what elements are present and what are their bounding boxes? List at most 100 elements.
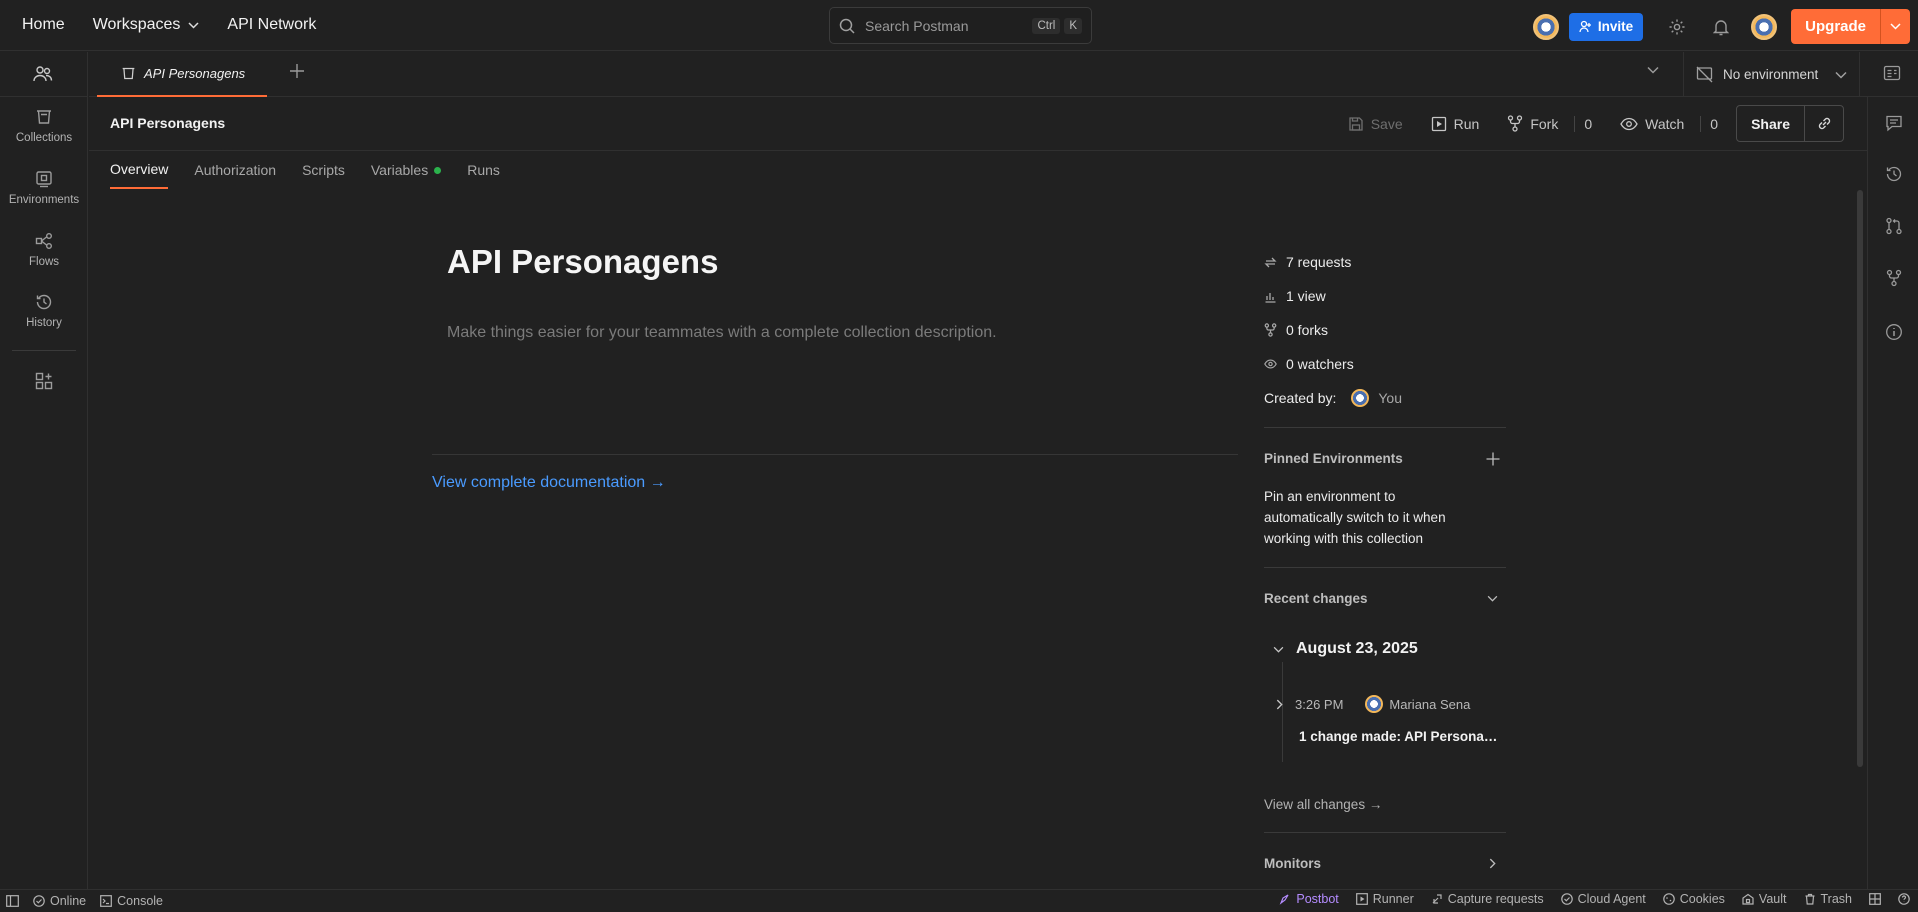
vault-button[interactable]: Vault bbox=[1742, 892, 1787, 906]
tabs-bar: API Personagens No environment bbox=[89, 52, 1918, 97]
notifications-bell-icon[interactable] bbox=[1709, 15, 1733, 39]
search-input[interactable]: Search Postman Ctrl K bbox=[829, 7, 1092, 44]
cloud-agent-button[interactable]: Cloud Agent bbox=[1560, 892, 1646, 906]
changelog-history-icon[interactable] bbox=[1885, 165, 1903, 183]
postbot-icon bbox=[1279, 893, 1291, 905]
comments-icon[interactable] bbox=[1885, 114, 1903, 132]
layout-toggle-icon[interactable] bbox=[1869, 893, 1881, 905]
panel-divider bbox=[1264, 567, 1506, 568]
recent-changes-header[interactable]: Recent changes bbox=[1264, 591, 1506, 606]
forks-icon[interactable] bbox=[1885, 269, 1903, 287]
save-button[interactable]: Save bbox=[1348, 116, 1403, 132]
sidebar-item-flows[interactable]: Flows bbox=[0, 232, 88, 268]
eye-icon bbox=[1620, 117, 1638, 131]
watch-label: Watch bbox=[1645, 115, 1685, 132]
view-all-changes-link[interactable]: View all changes → bbox=[1264, 797, 1382, 812]
change-date-group[interactable]: August 23, 2025 bbox=[1273, 640, 1418, 658]
tab-variables[interactable]: Variables bbox=[371, 151, 442, 189]
api-network-link[interactable]: API Network bbox=[227, 16, 316, 34]
sidebar-item-environments[interactable]: Environments bbox=[0, 170, 88, 206]
online-status[interactable]: Online bbox=[33, 894, 86, 908]
watch-button[interactable]: Watch 0 bbox=[1620, 115, 1718, 132]
search-placeholder: Search Postman bbox=[865, 17, 969, 34]
collection-breadcrumb-name[interactable]: API Personagens bbox=[110, 115, 225, 131]
workspaces-dropdown[interactable]: Workspaces bbox=[93, 16, 200, 34]
sidebar-item-collections[interactable]: Collections bbox=[0, 108, 88, 144]
runner-button[interactable]: Runner bbox=[1355, 892, 1414, 906]
environment-quick-look-icon[interactable] bbox=[1883, 64, 1901, 82]
content-scrollbar[interactable] bbox=[1857, 190, 1863, 767]
tabs-overflow-chevron-icon[interactable] bbox=[1647, 66, 1659, 74]
collection-info-panel: 7 requests 1 view 0 forks 0 watchers Cre… bbox=[1264, 245, 1506, 415]
capture-label: Capture requests bbox=[1447, 892, 1544, 906]
change-date: August 23, 2025 bbox=[1296, 640, 1418, 657]
upgrade-button-group: Upgrade bbox=[1791, 9, 1910, 44]
sidebar-divider bbox=[0, 96, 88, 97]
cookie-icon bbox=[1662, 893, 1675, 905]
eye-icon bbox=[1264, 359, 1277, 369]
team-avatar[interactable] bbox=[1532, 13, 1559, 40]
copy-link-icon[interactable] bbox=[1805, 106, 1843, 141]
console-button[interactable]: Console bbox=[100, 894, 163, 908]
sidebar-item-history[interactable]: History bbox=[0, 293, 88, 329]
help-icon[interactable] bbox=[1898, 893, 1910, 905]
save-icon bbox=[1348, 116, 1364, 132]
changer-name: Mariana Sena bbox=[1389, 696, 1471, 712]
new-tab-plus-icon[interactable] bbox=[289, 63, 305, 79]
monitors-header[interactable]: Monitors bbox=[1264, 856, 1506, 871]
tab-api-personagens[interactable]: API Personagens bbox=[97, 52, 267, 97]
save-label: Save bbox=[1370, 115, 1403, 132]
configure-workbench-icon[interactable] bbox=[35, 372, 53, 390]
trash-button[interactable]: Trash bbox=[1804, 892, 1852, 906]
postbot-button[interactable]: Postbot bbox=[1279, 892, 1339, 906]
capture-requests-button[interactable]: Capture requests bbox=[1431, 892, 1544, 906]
user-avatar[interactable] bbox=[1751, 13, 1778, 40]
add-pinned-environment-plus-icon[interactable] bbox=[1486, 452, 1500, 466]
add-user-icon bbox=[1579, 20, 1592, 33]
share-button[interactable]: Share bbox=[1737, 106, 1805, 141]
chevron-down-icon bbox=[1487, 595, 1498, 602]
upgrade-button[interactable]: Upgrade bbox=[1791, 9, 1880, 44]
cloud-agent-label: Cloud Agent bbox=[1577, 892, 1646, 906]
tab-overview[interactable]: Overview bbox=[110, 151, 169, 189]
cookies-button[interactable]: Cookies bbox=[1662, 892, 1725, 906]
upgrade-dropdown-button[interactable] bbox=[1880, 9, 1910, 44]
panel-divider bbox=[1264, 832, 1506, 833]
run-button[interactable]: Run bbox=[1431, 116, 1479, 132]
view-documentation-link[interactable]: View complete documentation → bbox=[432, 474, 666, 492]
check-circle-icon bbox=[1560, 893, 1573, 905]
runner-label: Runner bbox=[1372, 892, 1414, 906]
change-entry[interactable]: 3:26 PM Mariana Sena bbox=[1276, 695, 1470, 713]
collection-title[interactable]: API Personagens bbox=[447, 243, 718, 281]
creator-avatar bbox=[1351, 389, 1370, 407]
tab-scripts[interactable]: Scripts bbox=[302, 151, 345, 189]
environment-label: No environment bbox=[1723, 67, 1819, 82]
postbot-label: Postbot bbox=[1296, 892, 1339, 906]
collection-description-input[interactable]: Make things easier for your teammates wi… bbox=[447, 324, 997, 342]
info-icon[interactable] bbox=[1885, 323, 1903, 341]
sidebar-item-label: Environments bbox=[8, 194, 80, 206]
change-summary-target: API Personagens bbox=[1404, 729, 1499, 744]
shortcut-k: K bbox=[1064, 17, 1082, 34]
team-icon[interactable] bbox=[33, 65, 53, 83]
settings-icon[interactable] bbox=[1665, 15, 1689, 39]
home-link[interactable]: Home bbox=[22, 16, 65, 34]
sidebar-item-label: Collections bbox=[15, 132, 73, 144]
fork-icon bbox=[1264, 323, 1277, 337]
no-environment-icon bbox=[1696, 66, 1713, 83]
status-left: Online Console bbox=[6, 894, 163, 908]
invite-button[interactable]: Invite bbox=[1568, 12, 1644, 41]
environment-selector[interactable]: No environment bbox=[1683, 52, 1860, 97]
toggle-sidebar-icon[interactable] bbox=[6, 895, 19, 907]
sidebar-item-label: History bbox=[26, 317, 62, 329]
created-by: Created by: You bbox=[1264, 381, 1506, 415]
tab-runs[interactable]: Runs bbox=[467, 151, 500, 189]
change-summary-prefix: 1 change made: bbox=[1299, 729, 1405, 744]
watchers-count: 0 watchers bbox=[1286, 356, 1354, 372]
fork-button[interactable]: Fork 0 bbox=[1507, 115, 1592, 132]
watchers-stat: 0 watchers bbox=[1264, 347, 1506, 381]
recent-changes-title: Recent changes bbox=[1264, 591, 1368, 606]
tab-authorization[interactable]: Authorization bbox=[194, 151, 276, 189]
console-icon bbox=[100, 895, 113, 907]
pull-requests-icon[interactable] bbox=[1885, 217, 1903, 235]
